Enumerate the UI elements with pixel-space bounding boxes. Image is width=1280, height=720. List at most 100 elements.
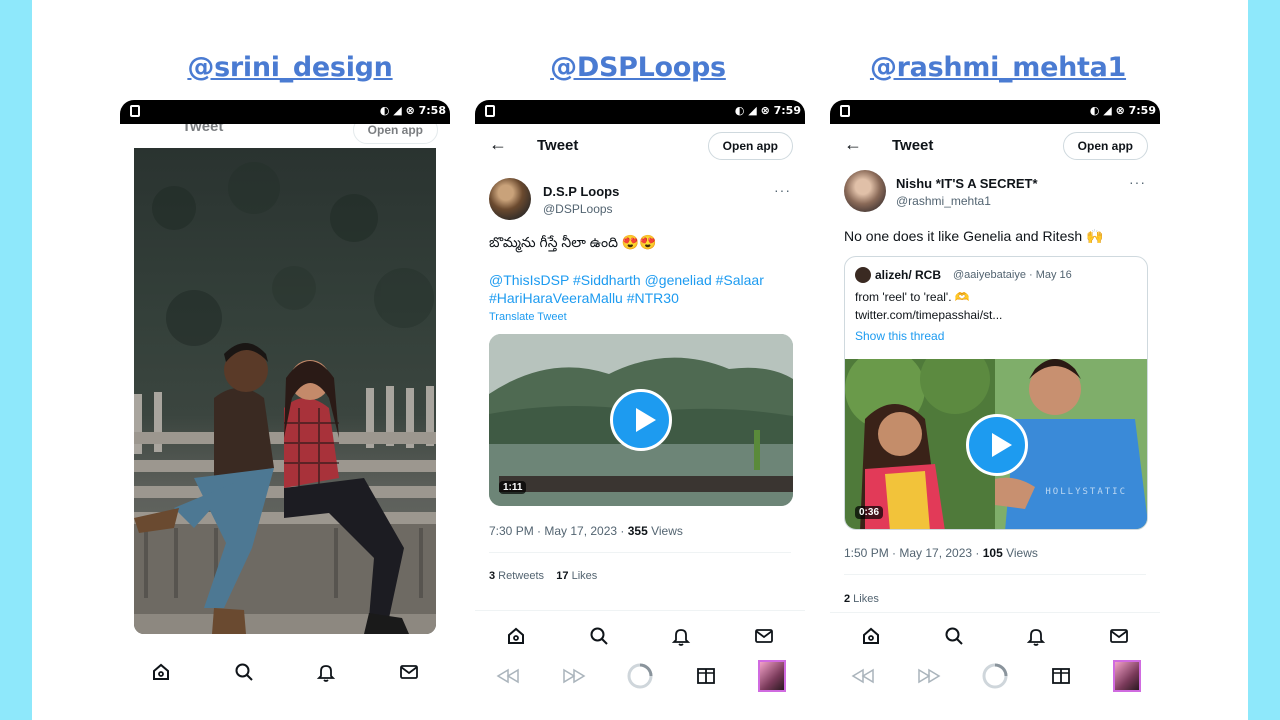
handle-label[interactable]: @srini_design [120, 52, 460, 83]
notification-icon [130, 105, 140, 117]
tweet-hashtags-line2[interactable]: #HariHaraVeeraMallu #NTR30 [489, 290, 679, 306]
timestamp-text: 1:50 PM · May 17, 2023 · [844, 546, 983, 560]
play-button[interactable] [966, 414, 1028, 476]
panel-srini-design: @srini_design ◐ ◢ ⊗ 7:58 Tweet Open app [120, 0, 460, 720]
tweet-engagement: 2 Likes [844, 593, 879, 605]
bell-icon[interactable] [1024, 624, 1048, 648]
topbar: ← Tweet Open app [475, 124, 805, 168]
rewind-icon[interactable] [494, 662, 522, 690]
bottom-nav [120, 654, 450, 690]
tweet-video[interactable]: 1:11 [489, 334, 793, 506]
divider [489, 552, 791, 553]
back-arrow-icon[interactable]: ← [489, 134, 507, 155]
bottom-nav [475, 618, 805, 654]
search-icon[interactable] [942, 624, 966, 648]
quoted-tweet[interactable]: alizeh/ RCB @aaiyebataiye · May 16 from … [844, 256, 1148, 530]
views-count: 105 [982, 546, 1003, 560]
bottom-nav [830, 618, 1160, 654]
tweet-timestamp: 7:30 PM · May 17, 2023 · 355 Views [489, 524, 683, 538]
tweet-timestamp: 1:50 PM · May 17, 2023 · 105 Views [844, 546, 1038, 560]
bell-icon[interactable] [314, 660, 338, 684]
search-icon[interactable] [232, 660, 256, 684]
mail-icon[interactable] [397, 660, 421, 684]
profile-avatar[interactable] [1113, 660, 1141, 692]
home-icon[interactable] [149, 660, 173, 684]
status-time: 7:58 [418, 104, 446, 117]
home-icon[interactable] [859, 624, 883, 648]
author-name[interactable]: Nishu *IT'S A SECRET* [896, 176, 1038, 191]
phone-screenshot: ◐ ◢ ⊗ 7:59 ← Tweet Open app D.S.P Loops … [475, 100, 805, 720]
fast-forward-icon[interactable] [915, 662, 943, 690]
book-icon[interactable] [1047, 662, 1075, 690]
mail-icon[interactable] [752, 624, 776, 648]
views-count: 355 [627, 524, 648, 538]
quote-author: alizeh/ RCB [875, 268, 942, 282]
system-nav-bar [475, 658, 805, 694]
status-bar: ◐ ◢ ⊗ 7:58 [120, 100, 450, 124]
system-nav-bar [830, 658, 1160, 694]
video-watermark: HOLLYSTATIC [1045, 487, 1127, 497]
tweet-text: No one does it like Genelia and Ritesh 🙌 [844, 228, 1104, 244]
phone-screenshot: ◐ ◢ ⊗ 7:59 ← Tweet Open app Nishu *IT'S … [830, 100, 1160, 720]
views-label: Views [1002, 546, 1038, 560]
divider [475, 610, 805, 611]
likes-label[interactable]: Likes [569, 570, 598, 582]
play-button[interactable] [610, 389, 672, 451]
divider [844, 574, 1146, 575]
quote-text-line1: from 'reel' to 'real'. 🫶 [855, 290, 970, 304]
quote-video[interactable]: 0:36 HOLLYSTATIC [845, 359, 1147, 529]
tweet-engagement: 3 Retweets 17 Likes [489, 570, 597, 582]
author-name[interactable]: D.S.P Loops [543, 184, 619, 199]
open-app-button[interactable]: Open app [352, 124, 438, 144]
likes-count: 17 [556, 570, 569, 582]
collage-card: @srini_design ◐ ◢ ⊗ 7:58 Tweet Open app [32, 0, 1248, 720]
video-duration: 1:11 [499, 481, 527, 494]
show-thread-link[interactable]: Show this thread [855, 329, 944, 343]
status-right: ◐ ◢ ⊗ 7:58 [379, 104, 446, 117]
photo-illustration [134, 162, 436, 634]
notification-icon [840, 105, 850, 117]
topbar-faded: Tweet Open app [120, 124, 450, 146]
views-label: Views [647, 524, 683, 538]
quote-avatar [855, 267, 871, 283]
status-bar: ◐ ◢ ⊗ 7:59 [475, 100, 805, 124]
panel-rashmi-mehta: @rashmi_mehta1 ◐ ◢ ⊗ 7:59 ← Tweet Open a… [828, 0, 1168, 720]
open-app-button[interactable]: Open app [1062, 132, 1148, 160]
couple-photo[interactable] [134, 148, 436, 634]
handle-label[interactable]: @rashmi_mehta1 [828, 52, 1168, 83]
tweet-hashtags-line1[interactable]: @ThisIsDSP #Siddharth @geneliad #Salaar [489, 272, 764, 288]
loading-spinner-icon [626, 662, 654, 690]
phone-screenshot: ◐ ◢ ⊗ 7:58 Tweet Open app [120, 100, 450, 720]
home-icon[interactable] [504, 624, 528, 648]
search-icon[interactable] [587, 624, 611, 648]
more-options-icon[interactable]: ··· [774, 182, 791, 198]
author-avatar[interactable] [489, 178, 531, 220]
translate-tweet-link[interactable]: Translate Tweet [489, 311, 567, 323]
book-icon[interactable] [692, 662, 720, 690]
topbar-title: Tweet [537, 137, 579, 154]
tweet-text: బొమ్మను గీస్తే నీలా ఉంది 😍😍 [489, 234, 657, 250]
retweets-label[interactable]: Retweets [495, 570, 544, 582]
status-time: 7:59 [1128, 104, 1156, 117]
divider [830, 612, 1160, 613]
bell-icon[interactable] [669, 624, 693, 648]
author-handle[interactable]: @rashmi_mehta1 [896, 194, 991, 208]
author-handle[interactable]: @DSPLoops [543, 202, 613, 216]
author-avatar[interactable] [844, 170, 886, 212]
status-time: 7:59 [773, 104, 801, 117]
status-right: ◐ ◢ ⊗ 7:59 [1089, 104, 1156, 117]
back-arrow-icon[interactable]: ← [844, 134, 862, 155]
mail-icon[interactable] [1107, 624, 1131, 648]
status-right: ◐ ◢ ⊗ 7:59 [734, 104, 801, 117]
open-app-button[interactable]: Open app [707, 132, 793, 160]
more-options-icon[interactable]: ··· [1129, 174, 1146, 190]
video-duration: 0:36 [855, 506, 884, 519]
fast-forward-icon[interactable] [560, 662, 588, 690]
profile-avatar[interactable] [758, 660, 786, 692]
topbar-title: Tweet [892, 137, 934, 154]
topbar: ← Tweet Open app [830, 124, 1160, 168]
rewind-icon[interactable] [849, 662, 877, 690]
quote-text-line2[interactable]: twitter.com/timepasshai/st... [855, 308, 1002, 322]
likes-label[interactable]: Likes [850, 593, 879, 605]
handle-label[interactable]: @DSPLoops [473, 52, 803, 83]
